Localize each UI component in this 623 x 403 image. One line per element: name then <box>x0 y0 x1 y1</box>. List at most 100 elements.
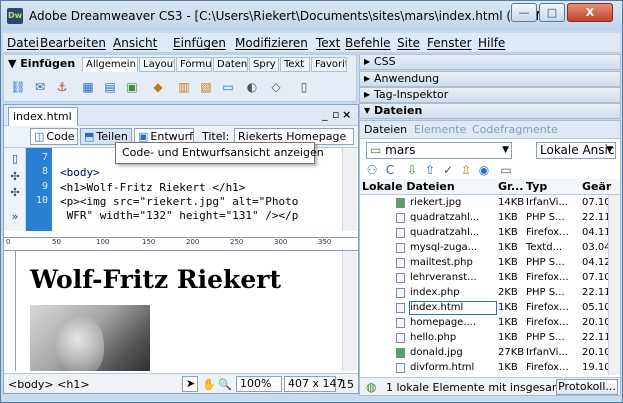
tab-codefragmente[interactable]: Codefragmente <box>472 123 558 136</box>
dateien-panel-header[interactable]: ▼ Dateien <box>359 103 621 119</box>
tab-elemente[interactable]: Elemente <box>414 123 466 136</box>
insert-tab-favoriten[interactable]: Favorit <box>311 57 347 72</box>
restore-doc-icon[interactable]: ▫ <box>332 108 339 121</box>
zoom-select[interactable]: 100% <box>236 376 282 392</box>
file-row[interactable]: mailtest.php 1KB PHP S... 04.12 <box>360 257 608 269</box>
expand-all-icon[interactable]: ✣ <box>8 186 22 199</box>
file-name[interactable]: mailtest.php <box>410 257 496 269</box>
select-tool-icon[interactable]: ➤ <box>182 376 198 392</box>
file-row[interactable]: quadratzahl... 1KB PHP S... 22.11 <box>360 212 608 224</box>
insert-tab-formular[interactable]: Formul <box>176 57 212 72</box>
maximize-button[interactable]: □ <box>539 3 565 22</box>
insert-tab-daten[interactable]: Daten <box>213 57 248 72</box>
design-heading[interactable]: Wolf-Fritz Riekert <box>30 265 281 294</box>
file-name[interactable]: divform.html <box>410 362 496 374</box>
menu-text[interactable]: Text <box>316 36 340 50</box>
close-doc-icon[interactable]: × <box>342 108 351 121</box>
menu-fenster[interactable]: Fenster <box>427 36 472 50</box>
tab-dateien[interactable]: Dateien <box>364 123 407 136</box>
code-scrollbar[interactable] <box>342 148 357 231</box>
insert-tab-spry[interactable]: Spry <box>249 57 279 72</box>
script-icon[interactable]: ◇ <box>268 79 284 95</box>
file-name[interactable]: riekert.jpg <box>410 197 496 209</box>
menu-modifizieren[interactable]: Modifizieren <box>235 36 308 50</box>
column-typ[interactable]: Typ <box>526 180 547 193</box>
menu-site[interactable]: Site <box>397 36 420 50</box>
synchronize-icon[interactable]: ◉ <box>476 163 492 177</box>
open-documents-icon[interactable]: ▯ <box>8 152 22 165</box>
window-size-select[interactable]: 407 x 147 <box>284 376 344 392</box>
templates-icon[interactable]: ▯ <box>296 79 312 95</box>
insert-tab-layout[interactable]: Layout <box>139 57 175 72</box>
file-name[interactable]: hello.php <box>410 332 496 344</box>
file-row[interactable]: hello.php 1KB PHP S... 22.11 <box>360 332 608 344</box>
file-name[interactable]: index.html <box>409 301 497 315</box>
zoom-tool-icon[interactable]: 🔍 <box>218 378 232 391</box>
document-tab-index-html[interactable]: index.html <box>8 107 78 126</box>
comment-icon[interactable]: ▭ <box>220 79 236 95</box>
file-name[interactable]: index.php <box>410 287 496 299</box>
file-row[interactable]: homepage.... 1KB Firefox... 20.10 <box>360 317 608 329</box>
design-scrollbar[interactable] <box>342 251 357 371</box>
file-row[interactable]: lehrveranst... 1KB Firefox... 07.10 <box>360 272 608 284</box>
protokoll-button[interactable]: Protokoll... <box>556 379 618 395</box>
column-lokale-dateien[interactable]: Lokale Dateien <box>362 180 455 193</box>
file-name[interactable]: quadratzahl... <box>410 212 496 224</box>
named-anchor-icon[interactable]: ⚓ <box>54 79 70 95</box>
table-icon[interactable]: ▦ <box>80 79 96 95</box>
file-name[interactable]: homepage.... <box>410 317 496 329</box>
check-in-icon[interactable]: ⇫ <box>458 163 474 177</box>
design-view[interactable]: Wolf-Fritz Riekert <box>16 251 342 371</box>
server-include-icon[interactable]: ▧ <box>198 79 214 95</box>
menu-befehle[interactable]: Befehle <box>345 36 391 50</box>
put-files-icon[interactable]: ⇧ <box>422 163 438 177</box>
file-row[interactable]: donald.jpg 27KB IrfanVi... 20.10 <box>360 347 608 359</box>
menu-einfuegen[interactable]: Einfügen <box>173 36 226 50</box>
hyperlink-icon[interactable]: ⛓ <box>10 79 26 95</box>
column-groesse[interactable]: Gr... <box>498 180 523 193</box>
tag-selector[interactable]: <body> <h1> <box>8 378 90 391</box>
media-icon[interactable]: ◆ <box>150 79 166 95</box>
files-scrollbar[interactable] <box>608 195 620 375</box>
menu-ansicht[interactable]: Ansicht <box>113 36 157 50</box>
connect-icon[interactable]: ⚇ <box>364 163 380 177</box>
file-row[interactable]: quadratzahl... 1KB Firefox... 04.11 <box>360 227 608 239</box>
file-row[interactable]: mysql-zuga... 1KB Textd... 03.04 <box>360 242 608 254</box>
menu-hilfe[interactable]: Hilfe <box>478 36 505 50</box>
date-icon[interactable]: ▥ <box>176 79 192 95</box>
check-out-icon[interactable]: ✓ <box>440 163 456 177</box>
file-row[interactable]: riekert.jpg 14KB IrfanVi... 07.10 <box>360 197 608 209</box>
refresh-icon[interactable]: C <box>382 163 398 177</box>
minimize-button[interactable]: — <box>511 3 537 22</box>
toolbar-more-icon[interactable]: » <box>8 210 22 223</box>
file-name[interactable]: donald.jpg <box>410 347 496 359</box>
insert-tab-text[interactable]: Text <box>280 57 310 72</box>
file-name[interactable]: mysql-zuga... <box>410 242 496 254</box>
image-icon[interactable]: ▣ <box>124 79 140 95</box>
site-select[interactable]: ▭ mars ▼ <box>366 142 512 159</box>
view-select[interactable]: Lokale Ansicht ▼ <box>536 142 616 159</box>
expand-panel-icon[interactable]: ▭ <box>498 163 514 177</box>
file-name[interactable]: quadratzahl... <box>410 227 496 239</box>
head-icon[interactable]: ◐ <box>244 79 260 95</box>
menu-datei[interactable]: Datei <box>7 36 39 50</box>
tag-inspektor-panel-header[interactable]: ▶ Tag-Inspektor <box>359 87 621 103</box>
insert-tab-allgemein[interactable]: Allgemein <box>82 57 138 72</box>
menu-bearbeiten[interactable]: Bearbeiten <box>40 36 106 50</box>
file-row[interactable]: index.html 1KB Firefox... 05.10 <box>360 301 608 315</box>
collapse-tag-icon[interactable]: ✣ <box>8 170 22 183</box>
hand-tool-icon[interactable]: ✋ <box>202 378 216 391</box>
insert-bar-label[interactable]: ▼ Einfügen <box>8 57 75 70</box>
file-row[interactable]: index.php 2KB PHP S... 22.11 <box>360 287 608 299</box>
minimize-doc-icon[interactable]: _ <box>322 108 328 121</box>
css-panel-header[interactable]: ▶ CSS <box>359 54 621 70</box>
get-files-icon[interactable]: ⇩ <box>404 163 420 177</box>
close-button[interactable]: X <box>567 3 613 22</box>
file-row[interactable]: divform.html 1KB Firefox... 19.10 <box>360 362 608 374</box>
code-view-button[interactable]: ◫ Code <box>30 128 78 145</box>
file-name[interactable]: lehrveranst... <box>410 272 496 284</box>
anwendung-panel-header[interactable]: ▶ Anwendung <box>359 71 621 87</box>
div-tag-icon[interactable]: ▤ <box>102 79 118 95</box>
column-geaendert[interactable]: Geär <box>582 180 611 193</box>
portrait-photo[interactable] <box>30 305 150 371</box>
